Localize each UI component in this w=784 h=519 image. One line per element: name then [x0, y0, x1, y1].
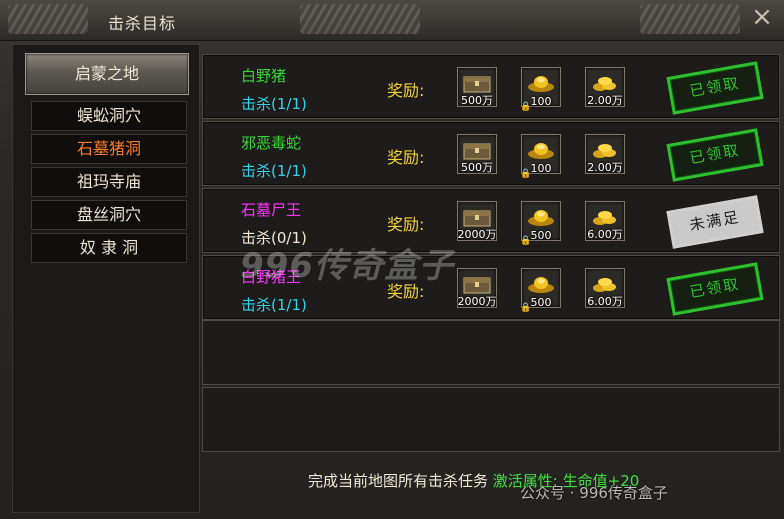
map-item-shimu[interactable]: 石墓猪洞	[31, 134, 187, 164]
empty-row	[202, 387, 780, 452]
status-stamp: 已领取	[666, 262, 764, 316]
reward-quantity: 2000万	[457, 228, 497, 241]
reward-item[interactable]: 2.00万	[585, 67, 625, 107]
reward-item[interactable]: 2000万	[457, 201, 497, 241]
reward-item[interactable]: 6.00万	[585, 268, 625, 308]
target-list: 白野猪 击杀(1/1) 奖励: 500万 100 🔒 2.00万 已领取 邪恶毒蛇 击杀(1/1)…	[200, 52, 780, 462]
map-item-nuli[interactable]: 奴 隶 洞	[31, 233, 187, 263]
gold-ingot-icon	[527, 207, 555, 227]
monster-name: 白野猪王	[241, 268, 302, 286]
reward-quantity: 2.00万	[587, 94, 623, 107]
reward-label: 奖励:	[387, 282, 425, 301]
gold-coins-icon	[591, 274, 619, 294]
map-item-pansi[interactable]: 盘丝洞穴	[31, 200, 187, 230]
region-button[interactable]: 启蒙之地	[25, 53, 189, 95]
reward-label: 奖励:	[387, 148, 425, 167]
monster-name: 邪恶毒蛇	[241, 134, 302, 152]
kill-progress: 击杀(1/1)	[241, 296, 307, 314]
reward-item[interactable]: 100 🔒	[520, 134, 561, 179]
reward-item[interactable]: 500万	[457, 67, 497, 107]
lock-icon: 🔒	[520, 303, 532, 313]
reward-item[interactable]: 100 🔒	[520, 67, 561, 112]
gold-ingot-icon	[527, 274, 555, 294]
gold-coins-icon	[591, 207, 619, 227]
reward-label: 奖励:	[387, 81, 425, 100]
map-item-wugong[interactable]: 蜈蚣洞穴	[31, 101, 187, 131]
status-stamp: 已领取	[666, 61, 764, 115]
kill-target-window: 击杀目标 × 启蒙之地 蜈蚣洞穴 石墓猪洞 祖玛寺庙 盘丝洞穴 奴 隶 洞 白野…	[0, 0, 784, 519]
reward-quantity: 500万	[461, 94, 493, 107]
target-row: 白野猪王击杀(1/1) 奖励: 2000万 500 🔒 6.00万 已领取	[202, 255, 780, 320]
reward-item[interactable]: 500 🔒	[520, 268, 561, 313]
reward-item[interactable]: 2000万	[457, 268, 497, 308]
reward-quantity: 6.00万	[587, 228, 623, 241]
reward-item[interactable]: 6.00万	[585, 201, 625, 241]
reward-label: 奖励:	[387, 215, 425, 234]
lock-icon: 🔒	[520, 169, 532, 179]
target-row: 石墓尸王击杀(0/1) 奖励: 2000万 500 🔒 6.00万 未满足	[202, 188, 780, 253]
chest-icon	[463, 73, 491, 93]
reward-quantity: 2.00万	[587, 161, 623, 174]
reward-item[interactable]: 2.00万	[585, 134, 625, 174]
reward-quantity: 2000万	[457, 295, 497, 308]
reward-quantity: 500万	[461, 161, 493, 174]
monster-name: 石墓尸王	[241, 201, 302, 219]
status-stamp: 已领取	[666, 128, 764, 182]
kill-progress: 击杀(1/1)	[241, 162, 307, 180]
reward-item[interactable]: 500万	[457, 134, 497, 174]
gold-ingot-icon	[527, 140, 555, 160]
chest-icon	[463, 207, 491, 227]
chest-icon	[463, 274, 491, 294]
ornament-right	[640, 4, 740, 34]
target-row: 白野猪击杀(1/1) 奖励: 500万 100 🔒 2.00万 已领取	[202, 54, 780, 119]
kill-progress: 击杀(1/1)	[241, 95, 307, 113]
target-row: 邪恶毒蛇击杀(1/1) 奖励: 500万 100 🔒 2.00万 已领取	[202, 121, 780, 186]
title-bar: 击杀目标 ×	[0, 0, 784, 41]
empty-row	[202, 320, 780, 385]
gold-coins-icon	[591, 140, 619, 160]
gold-coins-icon	[591, 73, 619, 93]
credit-text: 公众号 · 996传奇盒子	[520, 484, 668, 502]
reward-item[interactable]: 500 🔒	[520, 201, 561, 246]
reward-quantity: 6.00万	[587, 295, 623, 308]
monster-name: 白野猪	[241, 67, 287, 85]
window-title: 击杀目标	[108, 14, 177, 33]
status-stamp[interactable]: 未满足	[666, 195, 764, 249]
map-item-zuma[interactable]: 祖玛寺庙	[31, 167, 187, 197]
kill-progress: 击杀(0/1)	[241, 229, 307, 247]
gold-ingot-icon	[527, 73, 555, 93]
close-icon[interactable]: ×	[746, 2, 778, 34]
chest-icon	[463, 140, 491, 160]
ornament-center	[300, 4, 420, 34]
lock-icon: 🔒	[520, 102, 532, 112]
map-list-panel: 启蒙之地 蜈蚣洞穴 石墓猪洞 祖玛寺庙 盘丝洞穴 奴 隶 洞	[12, 44, 200, 513]
ornament-left	[8, 4, 88, 34]
footer-text: 完成当前地图所有击杀任务	[308, 472, 489, 490]
lock-icon: 🔒	[520, 236, 532, 246]
